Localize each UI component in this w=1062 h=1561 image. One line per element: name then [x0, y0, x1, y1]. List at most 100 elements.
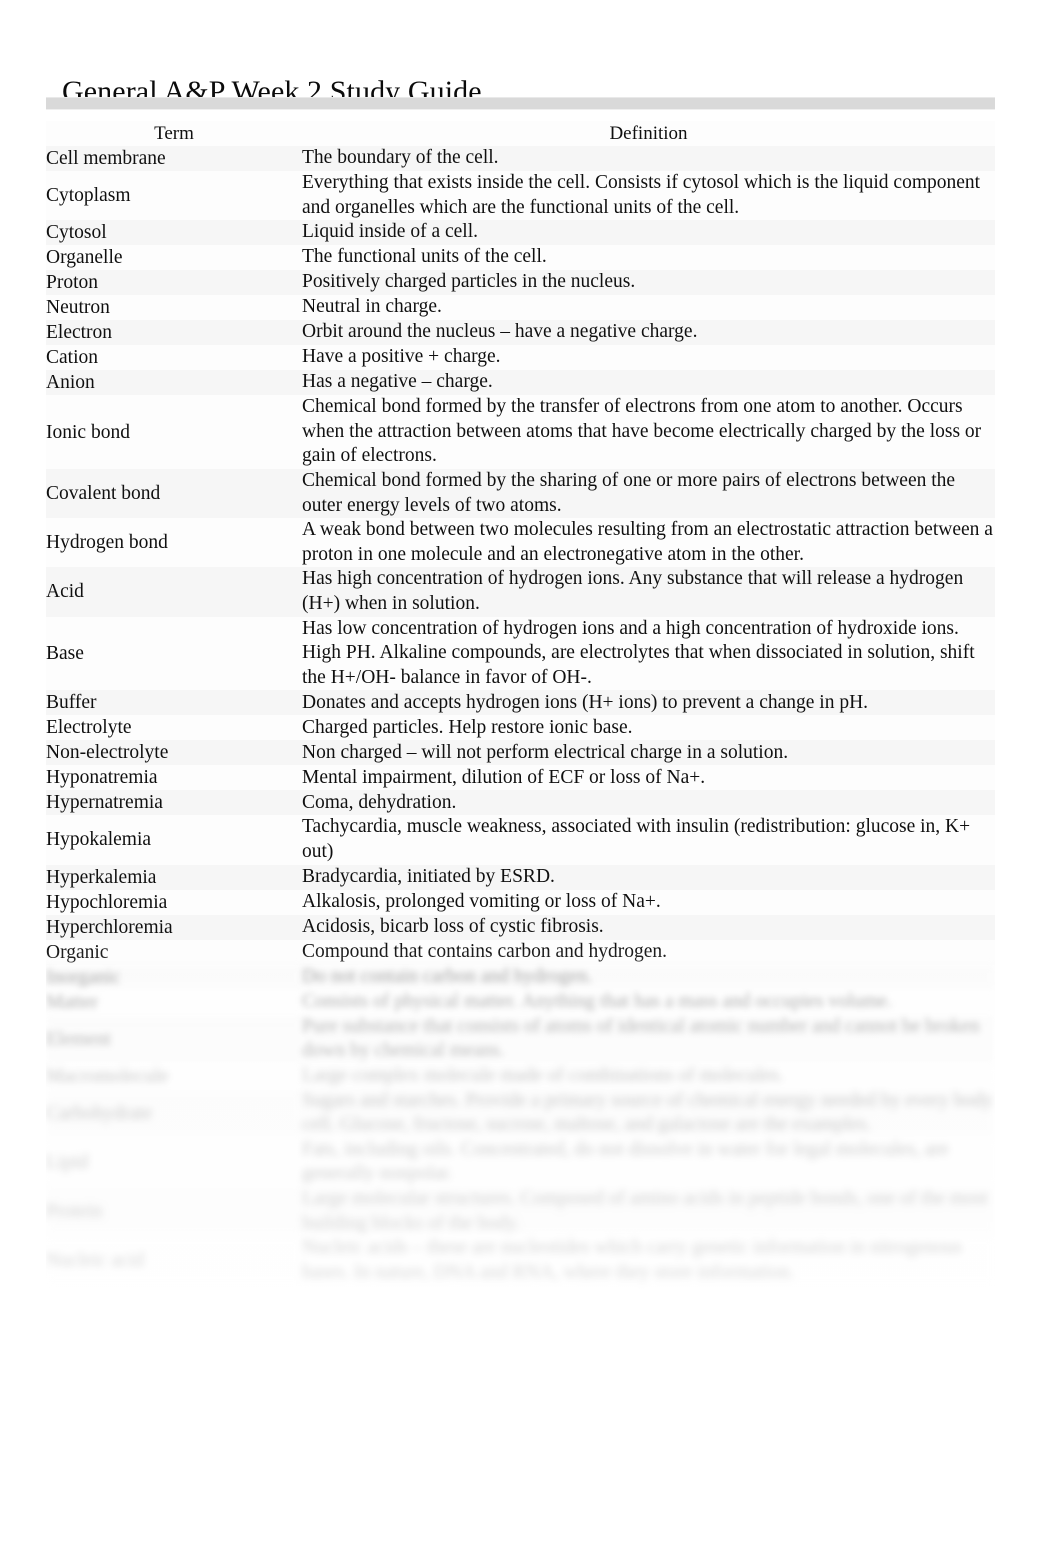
cell-term: Hyponatremia	[46, 765, 302, 791]
cell-definition: Mental impairment, dilution of ECF or lo…	[302, 765, 995, 791]
table-header-row: Term Definition	[46, 121, 995, 146]
table-row: Matter Consists of physical matter. Anyth…	[46, 989, 995, 1015]
cell-term: Base	[46, 616, 302, 691]
cell-term: Hypochloremia	[46, 889, 302, 915]
table-row: Hypokalemia Tachycardia, muscle weakness,…	[46, 815, 995, 865]
cell-definition: The boundary of the cell.	[302, 146, 995, 171]
cell-definition: Chemical bond formed by the transfer of …	[302, 395, 995, 469]
cell-definition: Acidosis, bicarb loss of cystic fibrosis…	[302, 914, 995, 940]
cell-term: Acid	[46, 567, 302, 617]
page-right-margin	[995, 0, 1062, 1561]
cell-definition: Sugars and starches. Provide a primary s…	[302, 1088, 995, 1138]
table-row: Ionic bond Chemical bond formed by the tr…	[46, 395, 995, 469]
cell-definition: Compound that contains carbon and hydrog…	[302, 939, 995, 965]
table-row: Electron Orbit around the nucleus – have …	[46, 320, 995, 346]
table-head: Term Definition	[46, 121, 995, 146]
cell-definition: Has high concentration of hydrogen ions.…	[302, 567, 995, 617]
cell-term: Macromolecule	[46, 1063, 302, 1089]
cell-term: Cation	[46, 345, 302, 371]
cell-term: Organelle	[46, 245, 302, 271]
cell-definition: Charged particles. Help restore ionic ba…	[302, 715, 995, 741]
cell-term: Nucleic acid	[46, 1236, 302, 1286]
cell-definition: Nucleic acids – these are nucleotides wh…	[302, 1236, 995, 1286]
cell-definition: Fats, including oils. Concentrated, do n…	[302, 1137, 995, 1188]
cell-term: Hypernatremia	[46, 790, 302, 816]
cell-term: Anion	[46, 370, 302, 396]
page-bottom-margin	[0, 1312, 1062, 1561]
cell-definition: Neutral in charge.	[302, 295, 995, 321]
table-body: Cell membrane The boundary of the cell. Cy…	[46, 146, 995, 1286]
cell-term: Hydrogen bond	[46, 518, 302, 568]
study-guide-table: Term Definition Cell membrane The boundar…	[46, 121, 995, 1286]
column-header-term: Term	[46, 121, 302, 146]
column-header-definition: Definition	[302, 121, 995, 146]
cell-definition: Has a negative – charge.	[302, 370, 995, 396]
cell-term: Neutron	[46, 295, 302, 321]
table-row: Hyperkalemia Bradycardia, initiated by ES…	[46, 864, 995, 890]
table-row: Macromolecule Large complex molecule made…	[46, 1063, 995, 1089]
table-row: Cell membrane The boundary of the cell.	[46, 146, 995, 171]
cell-term: Cytosol	[46, 220, 302, 246]
cell-definition: Tachycardia, muscle weakness, associated…	[302, 815, 995, 865]
cell-definition: Positively charged particles in the nucl…	[302, 270, 995, 296]
table-top-rule	[46, 97, 995, 110]
cell-term: Hyperchloremia	[46, 914, 302, 940]
cell-definition: Do not contain carbon and hydrogen.	[302, 964, 995, 990]
cell-definition: Donates and accepts hydrogen ions (H+ io…	[302, 690, 995, 716]
cell-term: Electrolyte	[46, 715, 302, 741]
cell-term: Carbohydrate	[46, 1088, 302, 1138]
cell-definition: Coma, dehydration.	[302, 790, 995, 816]
cell-definition: Large complex molecule made of combinati…	[302, 1063, 995, 1089]
cell-definition: Alkalosis, prolonged vomiting or loss of…	[302, 889, 995, 915]
cell-definition: The functional units of the cell.	[302, 245, 995, 271]
table-row: Proton Positively charged particles in th…	[46, 270, 995, 296]
table-row: Cation Have a positive + charge.	[46, 345, 995, 371]
table-row: Buffer Donates and accepts hydrogen ions …	[46, 690, 995, 716]
table-row: Carbohydrate Sugars and starches. Provide…	[46, 1088, 995, 1138]
table-row: Base Has low concentration of hydrogen io…	[46, 616, 995, 691]
table-row: Cytosol Liquid inside of a cell.	[46, 220, 995, 246]
cell-term: Lipid	[46, 1137, 302, 1188]
table-row: Hypochloremia Alkalosis, prolonged vomiti…	[46, 889, 995, 915]
cell-term: Cytoplasm	[46, 171, 302, 221]
table-row: Cytoplasm Everything that exists inside t…	[46, 171, 995, 221]
table-row: Hyperchloremia Acidosis, bicarb loss of c…	[46, 914, 995, 940]
cell-definition: Large molecular structures. Composed of …	[302, 1187, 995, 1237]
cell-term: Electron	[46, 320, 302, 346]
table-row: Neutron Neutral in charge.	[46, 295, 995, 321]
cell-term: Buffer	[46, 690, 302, 716]
cell-definition: Liquid inside of a cell.	[302, 220, 995, 246]
document-page: General A&P Week 2 Study Guide Term Defi…	[0, 0, 1062, 1561]
table-row: Nucleic acid Nucleic acids – these are nu…	[46, 1236, 995, 1286]
table-row: Hydrogen bond A weak bond between two mol…	[46, 518, 995, 568]
cell-definition: A weak bond between two molecules result…	[302, 518, 995, 568]
cell-term: Matter	[46, 989, 302, 1015]
table-row: Hyponatremia Mental impairment, dilution …	[46, 765, 995, 791]
cell-term: Hyperkalemia	[46, 864, 302, 890]
table-row: Inorganic Do not contain carbon and hydro…	[46, 964, 995, 990]
cell-definition: Orbit around the nucleus – have a negati…	[302, 320, 995, 346]
table-row: Anion Has a negative – charge.	[46, 370, 995, 396]
cell-term: Non-electrolyte	[46, 740, 302, 766]
cell-definition: Has low concentration of hydrogen ions a…	[302, 616, 995, 691]
cell-term: Protein	[46, 1187, 302, 1237]
page-left-margin	[0, 0, 46, 1561]
cell-definition: Have a positive + charge.	[302, 345, 995, 371]
cell-definition: Consists of physical matter. Anything th…	[302, 989, 995, 1015]
cell-term: Covalent bond	[46, 468, 302, 519]
cell-term: Element	[46, 1014, 302, 1064]
table-row: Hypernatremia Coma, dehydration.	[46, 790, 995, 816]
table-row: Organic Compound that contains carbon and…	[46, 939, 995, 965]
cell-term: Hypokalemia	[46, 815, 302, 865]
table-row: Non-electrolyte Non charged – will not pe…	[46, 740, 995, 766]
cell-definition: Everything that exists inside the cell. …	[302, 171, 995, 221]
cell-definition: Pure substance that consists of atoms of…	[302, 1014, 995, 1064]
table-row: Electrolyte Charged particles. Help resto…	[46, 715, 995, 741]
cell-definition: Bradycardia, initiated by ESRD.	[302, 864, 995, 890]
cell-definition: Chemical bond formed by the sharing of o…	[302, 468, 995, 519]
table-row: Organelle The functional units of the cel…	[46, 245, 995, 271]
cell-term: Organic	[46, 939, 302, 965]
cell-definition: Non charged – will not perform electrica…	[302, 740, 995, 766]
cell-term: Proton	[46, 270, 302, 296]
table-row: Lipid Fats, including oils. Concentrated,…	[46, 1137, 995, 1188]
